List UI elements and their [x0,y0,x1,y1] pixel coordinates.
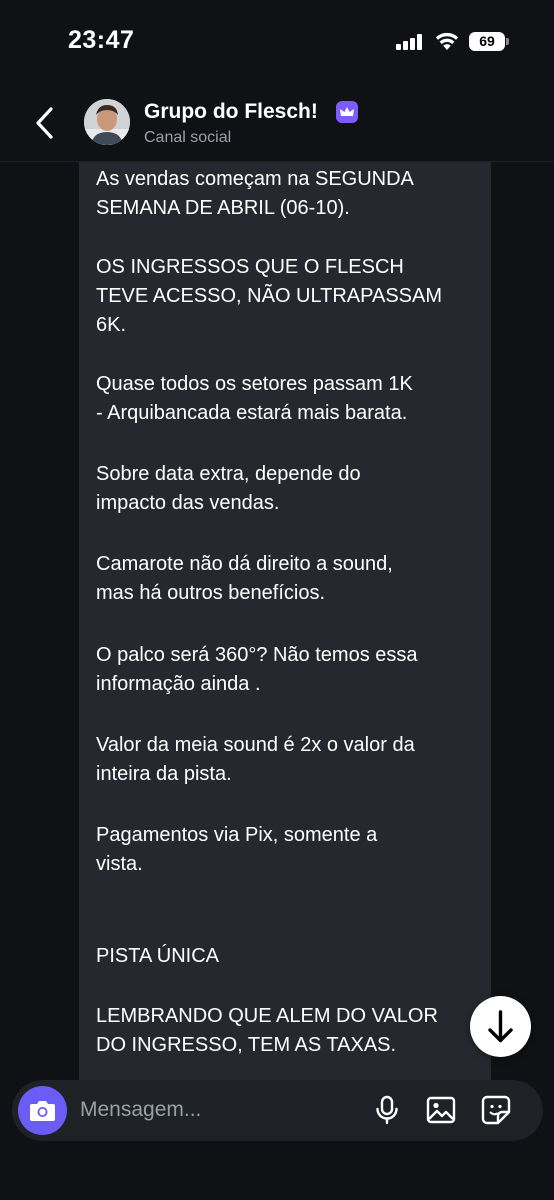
message-paragraph: Quase todos os setores passam 1K - Arqui… [96,373,413,424]
message-paragraph: O palco será 360°? Não temos essa inform… [96,644,418,695]
image-icon[interactable] [425,1094,457,1126]
message-paragraph: OS INGRESSOS QUE O FLESCH TEVE ACESSO, N… [96,256,443,336]
avatar[interactable] [84,99,130,145]
message-paragraph: As vendas começam na SEGUNDA SEMANA DE A… [96,168,414,219]
message-paragraph: LEMBRANDO QUE ALEM DO VALOR DO INGRESSO,… [96,1005,438,1056]
sticker-icon[interactable] [480,1094,512,1126]
message-paragraph: PISTA ÚNICA [96,945,219,967]
cellular-signal-icon [396,34,424,50]
message-paragraph: Pagamentos via Pix, somente a vista. [96,824,378,875]
avatar-photo [84,99,130,145]
chat-screen: 23:47 69 Grupo do Flesch! Canal social A… [0,0,554,1200]
back-chevron-icon[interactable] [30,105,60,141]
camera-icon [30,1101,55,1121]
message-paragraph: Camarote não dá direito a sound, mas há … [96,553,393,604]
camera-button[interactable] [18,1086,67,1135]
chat-title: Grupo do Flesch! [144,100,318,123]
status-bar: 23:47 69 [0,0,554,84]
chat-subtitle: Canal social [144,129,232,146]
wifi-icon [435,32,459,50]
message-input[interactable]: Mensagem... [80,1098,201,1122]
status-time: 23:47 [68,26,135,54]
message-bubble[interactable]: As vendas começam na SEGUNDA SEMANA DE A… [79,162,491,1082]
message-paragraph: Valor da meia sound é 2x o valor da inte… [96,734,415,785]
chat-header: Grupo do Flesch! Canal social [0,84,554,162]
message-paragraph: Sobre data extra, depende do impacto das… [96,463,361,514]
scroll-to-bottom-button[interactable] [470,996,531,1057]
crown-icon [336,101,358,123]
arrow-down-icon [488,1010,513,1043]
microphone-icon[interactable] [371,1094,403,1126]
battery-indicator: 69 [469,32,505,51]
message-composer: Mensagem... [12,1080,543,1141]
battery-tip [506,38,509,45]
